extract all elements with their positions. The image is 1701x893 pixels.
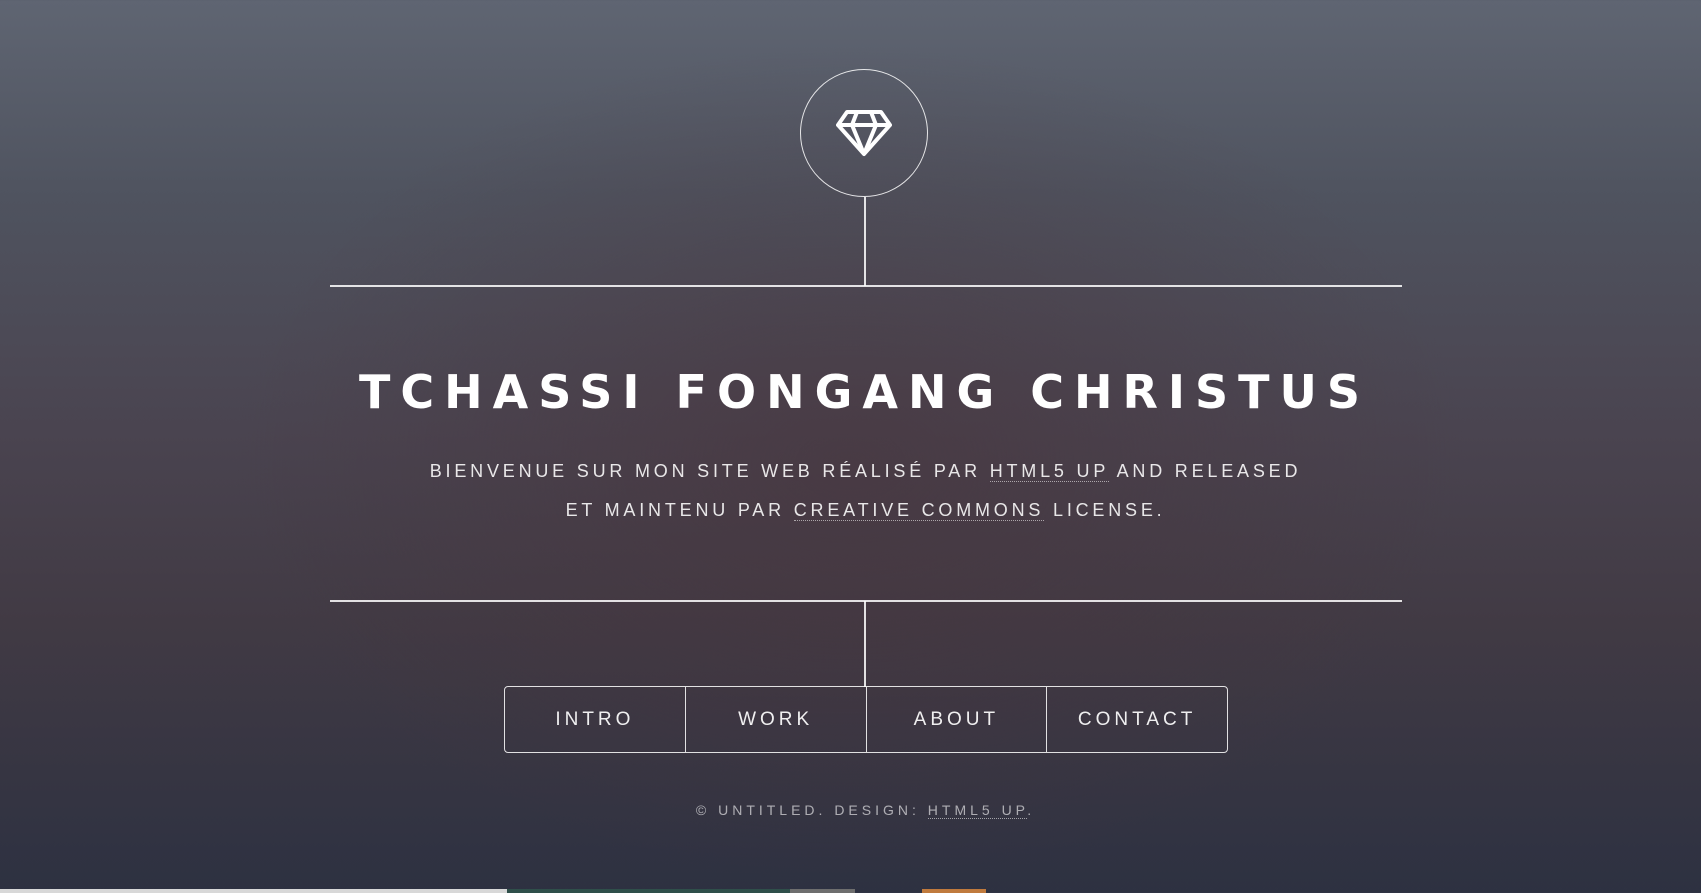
subtitle-line-1: BIENVENUE SUR MON SITE WEB RÉALISÉ PAR H… [0,452,1701,491]
footer-html5up-link[interactable]: HTML5 UP [927,802,1028,819]
copyright-text: . [1027,802,1036,818]
nav-item-work[interactable]: WORK [686,687,867,752]
connector-line-bottom [864,601,866,687]
divider-bottom [330,600,1402,602]
bottom-strip-gray [790,889,855,893]
nav-item-contact[interactable]: CONTACT [1047,687,1227,752]
main-nav: INTRO WORK ABOUT CONTACT [504,686,1228,753]
subtitle-text: LICENSE. [1044,500,1166,520]
logo-circle [800,69,928,197]
page-title: TCHASSI FONGANG CHRISTUS [359,365,1370,419]
bottom-strip-teal [507,889,790,893]
html5up-link[interactable]: HTML5 UP [989,461,1109,482]
creative-commons-link[interactable]: CREATIVE COMMONS [793,500,1045,521]
subtitle-line-2: ET MAINTENU PAR CREATIVE COMMONS LICENSE… [0,491,1701,530]
nav-item-about[interactable]: ABOUT [867,687,1048,752]
subtitle-text: ET MAINTENU PAR [565,500,794,520]
bottom-strip-orange [922,889,986,893]
diamond-icon [836,110,892,156]
copyright-text: © UNTITLED. DESIGN: [695,802,928,818]
nav-item-intro[interactable]: INTRO [505,687,686,752]
subtitle-text: BIENVENUE SUR MON SITE WEB RÉALISÉ PAR [429,461,990,481]
bottom-strip-light [0,889,507,893]
footer-copyright: © UNTITLED. DESIGN: HTML5 UP. [0,802,1701,819]
subtitle-text: AND RELEASED [1108,461,1302,481]
connector-line-top [864,197,866,286]
divider-top [330,285,1402,287]
